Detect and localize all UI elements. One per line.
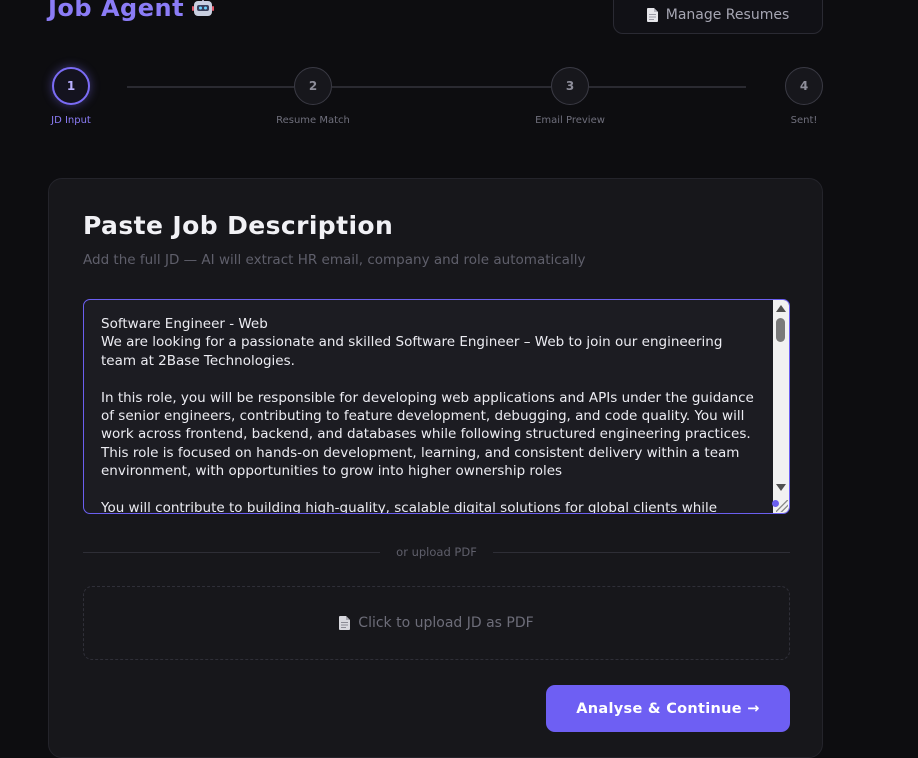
jd-textarea-value: Software Engineer - Web We are looking f… (101, 315, 761, 514)
step-connector (127, 86, 294, 88)
resize-grip-icon[interactable] (776, 500, 788, 512)
scroll-up-arrow-icon[interactable] (776, 305, 786, 312)
card-title: Paste Job Description (83, 211, 393, 240)
divider-text: or upload PDF (380, 545, 493, 559)
divider-line (493, 552, 790, 553)
step-connector (332, 86, 551, 88)
step-3-label: Email Preview (535, 115, 605, 126)
step-1-label: JD Input (51, 115, 91, 126)
document-icon (339, 616, 350, 630)
upload-divider: or upload PDF (83, 543, 790, 561)
step-2-indicator[interactable]: 2 (294, 67, 332, 105)
upload-label: Click to upload JD as PDF (358, 615, 533, 631)
divider-line (83, 552, 380, 553)
progress-stepper: 1 2 3 4 JD Input Resume Match Email Prev… (0, 0, 918, 140)
scroll-thumb[interactable] (776, 318, 785, 342)
pdf-upload-zone[interactable]: Click to upload JD as PDF (83, 586, 790, 660)
step-1-indicator[interactable]: 1 (52, 67, 90, 105)
step-4-label: Sent! (791, 115, 818, 126)
jd-textarea[interactable]: Software Engineer - Web We are looking f… (83, 299, 790, 514)
step-connector (589, 86, 746, 88)
jd-input-card: Paste Job Description Add the full JD — … (48, 178, 823, 758)
step-4-indicator[interactable]: 4 (785, 67, 823, 105)
step-2-label: Resume Match (276, 115, 350, 126)
analyse-continue-button[interactable]: Analyse & Continue → (546, 685, 790, 732)
step-3-indicator[interactable]: 3 (551, 67, 589, 105)
textarea-scrollbar[interactable] (773, 300, 789, 513)
card-subtitle: Add the full JD — AI will extract HR ema… (83, 252, 585, 268)
scroll-down-arrow-icon[interactable] (776, 484, 786, 491)
